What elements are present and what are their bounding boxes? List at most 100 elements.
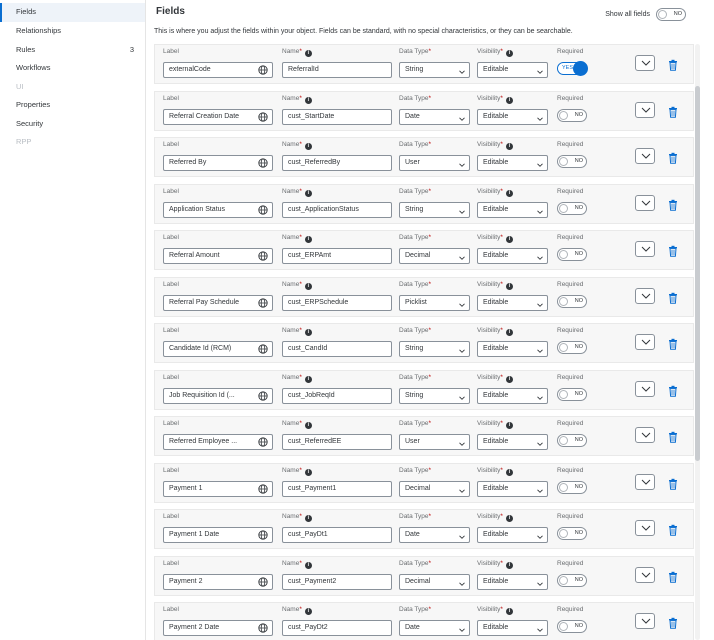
info-icon[interactable]: i xyxy=(505,515,513,522)
field-label-input[interactable]: Payment 2 Date xyxy=(163,620,273,636)
visibility-select[interactable]: Editable xyxy=(477,620,548,636)
visibility-select[interactable]: Editable xyxy=(477,294,548,311)
field-label-input[interactable]: Referral Amount xyxy=(163,248,273,264)
sidebar-item-fields[interactable]: Fields xyxy=(0,3,145,22)
field-label-input[interactable]: Application Status xyxy=(163,201,273,218)
required-toggle[interactable]: NO xyxy=(557,248,587,261)
data-type-select[interactable]: Date xyxy=(399,108,470,125)
info-icon[interactable]: i xyxy=(304,143,312,150)
visibility-select[interactable]: Editable xyxy=(477,480,548,497)
expand-details-button[interactable] xyxy=(635,55,655,71)
field-label-input[interactable]: Referral Creation Date xyxy=(163,108,273,125)
trash-icon[interactable] xyxy=(667,244,679,257)
field-name-input[interactable]: cust_PayDt2 xyxy=(282,620,392,636)
trash-icon[interactable] xyxy=(667,570,679,583)
info-icon[interactable]: i xyxy=(505,282,513,290)
required-toggle[interactable]: NO xyxy=(557,201,587,215)
required-toggle[interactable]: NO xyxy=(557,108,587,122)
data-type-select[interactable]: Decimal xyxy=(399,480,470,497)
trash-icon[interactable] xyxy=(667,384,679,397)
visibility-select[interactable]: Editable xyxy=(477,387,548,404)
info-icon[interactable]: i xyxy=(505,96,513,104)
info-icon[interactable]: i xyxy=(505,329,513,336)
field-label-input[interactable]: externalCode xyxy=(163,62,273,78)
expand-details-button[interactable] xyxy=(635,380,655,397)
info-icon[interactable]: i xyxy=(505,608,513,615)
info-icon[interactable]: i xyxy=(505,422,513,429)
required-toggle[interactable]: NO xyxy=(557,341,587,354)
field-name-input[interactable]: cust_ReferredBy xyxy=(282,155,392,171)
info-icon[interactable]: i xyxy=(505,375,513,383)
trash-icon[interactable] xyxy=(667,337,679,350)
required-toggle[interactable]: NO xyxy=(557,155,587,168)
data-type-select[interactable]: String xyxy=(399,387,470,404)
required-toggle[interactable]: NO xyxy=(557,573,587,587)
trash-icon[interactable] xyxy=(667,151,679,164)
trash-icon[interactable] xyxy=(667,523,679,536)
expand-details-button[interactable] xyxy=(635,101,655,118)
info-icon[interactable]: i xyxy=(505,50,513,57)
field-name-input[interactable]: cust_Payment2 xyxy=(282,573,392,590)
field-label-input[interactable]: Payment 1 xyxy=(163,480,273,497)
field-name-input[interactable]: cust_JobReqId xyxy=(282,387,392,404)
required-toggle[interactable]: NO xyxy=(557,480,587,494)
data-type-select[interactable]: User xyxy=(399,434,470,450)
visibility-select[interactable]: Editable xyxy=(477,108,548,125)
expand-details-button[interactable] xyxy=(635,334,655,350)
field-label-input[interactable]: Referral Pay Schedule xyxy=(163,294,273,311)
visibility-select[interactable]: Editable xyxy=(477,573,548,590)
info-icon[interactable]: i xyxy=(304,608,312,615)
visibility-select[interactable]: Editable xyxy=(477,527,548,543)
data-type-select[interactable]: String xyxy=(399,201,470,218)
globe-icon[interactable] xyxy=(258,297,268,308)
globe-icon[interactable] xyxy=(258,576,268,587)
info-icon[interactable]: i xyxy=(304,282,312,290)
sidebar-item-relationships[interactable]: Relationships xyxy=(0,22,145,41)
visibility-select[interactable]: Editable xyxy=(477,341,548,357)
sidebar-item-rules[interactable]: Rules 3 xyxy=(0,41,145,60)
globe-icon[interactable] xyxy=(258,65,268,75)
field-name-input[interactable]: cust_CandId xyxy=(282,341,392,357)
trash-icon[interactable] xyxy=(667,198,679,211)
info-icon[interactable]: i xyxy=(304,329,312,336)
visibility-select[interactable]: Editable xyxy=(477,201,548,218)
info-icon[interactable]: i xyxy=(304,468,312,476)
data-type-select[interactable]: String xyxy=(399,341,470,357)
field-label-input[interactable]: Candidate Id (RCM) xyxy=(163,341,273,357)
required-toggle[interactable]: YES xyxy=(557,61,588,76)
sidebar-item-security[interactable]: Security xyxy=(0,115,145,134)
visibility-select[interactable]: Editable xyxy=(477,155,548,171)
expand-details-button[interactable] xyxy=(635,566,655,583)
required-toggle[interactable]: NO xyxy=(557,527,587,540)
expand-details-button[interactable] xyxy=(635,473,655,490)
field-name-input[interactable]: cust_ERPAmt xyxy=(282,248,392,264)
info-icon[interactable]: i xyxy=(304,422,312,429)
field-name-input[interactable]: cust_StartDate xyxy=(282,108,392,125)
info-icon[interactable]: i xyxy=(304,236,312,243)
globe-icon[interactable] xyxy=(258,483,268,494)
info-icon[interactable]: i xyxy=(304,50,312,57)
trash-icon[interactable] xyxy=(667,291,679,304)
sidebar-item-properties[interactable]: Properties xyxy=(0,96,145,115)
globe-icon[interactable] xyxy=(258,623,268,633)
field-name-input[interactable]: cust_ERPSchedule xyxy=(282,294,392,311)
expand-details-button[interactable] xyxy=(635,241,655,257)
info-icon[interactable]: i xyxy=(304,561,312,569)
data-type-select[interactable]: Decimal xyxy=(399,573,470,590)
field-name-input[interactable]: cust_Payment1 xyxy=(282,480,392,497)
info-icon[interactable]: i xyxy=(505,236,513,243)
info-icon[interactable]: i xyxy=(304,515,312,522)
globe-icon[interactable] xyxy=(258,344,268,354)
trash-icon[interactable] xyxy=(667,105,679,118)
globe-icon[interactable] xyxy=(258,251,268,261)
data-type-select[interactable]: Picklist xyxy=(399,294,470,311)
field-label-input[interactable]: Payment 2 xyxy=(163,573,273,590)
field-name-input[interactable]: cust_PayDt1 xyxy=(282,527,392,543)
field-name-input[interactable]: cust_ReferredEE xyxy=(282,434,392,450)
trash-icon[interactable] xyxy=(667,477,679,490)
expand-details-button[interactable] xyxy=(635,520,655,536)
expand-details-button[interactable] xyxy=(635,148,655,164)
show-all-fields-toggle[interactable]: NO xyxy=(656,8,686,21)
info-icon[interactable]: i xyxy=(304,189,312,197)
expand-details-button[interactable] xyxy=(635,613,655,629)
